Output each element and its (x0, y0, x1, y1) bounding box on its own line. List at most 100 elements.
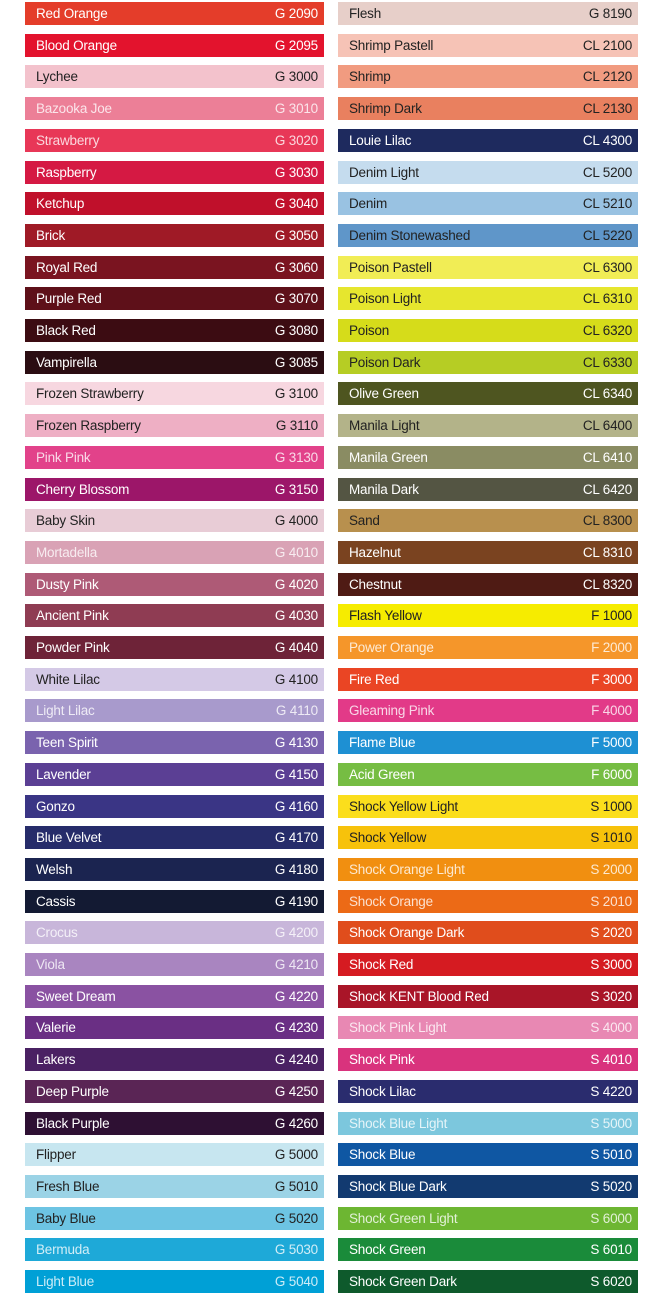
color-swatch: Olive Green CL 6340 (338, 382, 638, 405)
color-name: Shock Orange Dark (349, 925, 465, 940)
color-swatch: Viola G 4210 (25, 953, 324, 976)
color-swatch: Red Orange G 2090 (25, 2, 324, 25)
color-swatch: Black Purple G 4260 (25, 1112, 324, 1135)
color-swatch: Flipper G 5000 (25, 1143, 324, 1166)
color-name: Poison Dark (349, 355, 421, 370)
color-code: CL 2100 (582, 38, 632, 53)
color-code: G 4100 (274, 672, 318, 687)
color-code: G 4160 (274, 799, 318, 814)
color-name: Lychee (36, 69, 78, 84)
color-code: CL 5200 (582, 165, 632, 180)
color-name: Flame Blue (349, 735, 416, 750)
color-swatch: Sand CL 8300 (338, 509, 638, 532)
color-swatch: Raspberry G 3030 (25, 161, 324, 184)
color-name: Fresh Blue (36, 1179, 100, 1194)
color-name: Royal Red (36, 260, 98, 275)
color-code: G 4240 (274, 1052, 318, 1067)
color-swatch: Powder Pink G 4040 (25, 636, 324, 659)
color-code: G 2095 (274, 38, 318, 53)
color-swatch: Light Lilac G 4110 (25, 699, 324, 722)
color-swatch: Baby Blue G 5020 (25, 1207, 324, 1230)
color-swatch: Denim Stonewashed CL 5220 (338, 224, 638, 247)
color-name: Shock Pink (349, 1052, 415, 1067)
color-code: G 3030 (274, 165, 318, 180)
color-code: G 3070 (274, 291, 318, 306)
color-name: Ancient Pink (36, 608, 109, 623)
color-swatch: Ancient Pink G 4030 (25, 604, 324, 627)
color-code: CL 2130 (582, 101, 632, 116)
color-code: CL 8300 (582, 513, 632, 528)
color-name: Shock Blue (349, 1147, 416, 1162)
color-code: CL 6320 (582, 323, 632, 338)
color-swatch: Manila Dark CL 6420 (338, 478, 638, 501)
color-code: G 3050 (274, 228, 318, 243)
color-code: G 3100 (274, 386, 318, 401)
color-swatch: Power Orange F 2000 (338, 636, 638, 659)
color-code: S 6010 (590, 1242, 632, 1257)
color-code: G 5020 (274, 1211, 318, 1226)
color-code: G 2090 (274, 6, 318, 21)
color-swatch: Shock Green S 6010 (338, 1238, 638, 1261)
color-name: Frozen Raspberry (36, 418, 141, 433)
color-code: G 3040 (274, 196, 318, 211)
color-name: Chestnut (349, 577, 402, 592)
color-name: Mortadella (36, 545, 98, 560)
color-swatch: White Lilac G 4100 (25, 668, 324, 691)
color-name: Denim (349, 196, 388, 211)
color-name: Louie Lilac (349, 133, 412, 148)
color-code: CL 6420 (582, 482, 632, 497)
color-name: Shock Green Dark (349, 1274, 457, 1289)
color-code: S 1000 (590, 799, 632, 814)
color-code: CL 6300 (582, 260, 632, 275)
color-code: S 5010 (590, 1147, 632, 1162)
color-swatch: Royal Red G 3060 (25, 256, 324, 279)
color-name: Raspberry (36, 165, 97, 180)
color-code: G 4250 (274, 1084, 318, 1099)
color-code: G 3010 (274, 101, 318, 116)
color-name: Poison Pastell (349, 260, 432, 275)
color-code: G 4170 (274, 830, 318, 845)
color-code: G 4000 (274, 513, 318, 528)
color-name: Cherry Blossom (36, 482, 130, 497)
color-name: Denim Light (349, 165, 419, 180)
color-code: S 5000 (590, 1116, 632, 1131)
color-name: Teen Spirit (36, 735, 98, 750)
color-code: CL 6410 (582, 450, 632, 465)
color-code: G 3020 (274, 133, 318, 148)
color-name: Baby Skin (36, 513, 95, 528)
color-swatch: Poison CL 6320 (338, 319, 638, 342)
color-name: Shock Blue Dark (349, 1179, 447, 1194)
color-name: Brick (36, 228, 65, 243)
color-swatch: Shock KENT Blood Red S 3020 (338, 985, 638, 1008)
color-name: Vampirella (36, 355, 97, 370)
color-swatch: Shrimp Dark CL 2130 (338, 97, 638, 120)
color-name: Black Purple (36, 1116, 110, 1131)
color-name: Lavender (36, 767, 91, 782)
color-swatch: Deep Purple G 4250 (25, 1080, 324, 1103)
color-swatch: Shock Red S 3000 (338, 953, 638, 976)
color-code: G 3080 (274, 323, 318, 338)
color-name: Light Blue (36, 1274, 95, 1289)
color-swatch: Shock Yellow S 1010 (338, 826, 638, 849)
color-code: G 4180 (274, 862, 318, 877)
color-swatch: Hazelnut CL 8310 (338, 541, 638, 564)
color-name: Strawberry (36, 133, 100, 148)
color-swatch: Poison Pastell CL 6300 (338, 256, 638, 279)
color-swatch: Lychee G 3000 (25, 65, 324, 88)
color-name: Power Orange (349, 640, 434, 655)
color-code: G 3110 (275, 418, 318, 433)
color-swatch: Dusty Pink G 4020 (25, 573, 324, 596)
color-swatch: Chestnut CL 8320 (338, 573, 638, 596)
color-name: Shock Green Light (349, 1211, 458, 1226)
color-swatch: Shock Blue Light S 5000 (338, 1112, 638, 1135)
color-swatch: Poison Dark CL 6330 (338, 351, 638, 374)
color-name: Shock KENT Blood Red (349, 989, 489, 1004)
color-code: G 4230 (274, 1020, 318, 1035)
color-swatch: Black Red G 3080 (25, 319, 324, 342)
color-name: Welsh (36, 862, 73, 877)
color-swatch: Fresh Blue G 5010 (25, 1175, 324, 1198)
color-name: Poison (349, 323, 390, 338)
color-swatch: Bazooka Joe G 3010 (25, 97, 324, 120)
color-swatch: Cherry Blossom G 3150 (25, 478, 324, 501)
color-swatch: Ketchup G 3040 (25, 192, 324, 215)
